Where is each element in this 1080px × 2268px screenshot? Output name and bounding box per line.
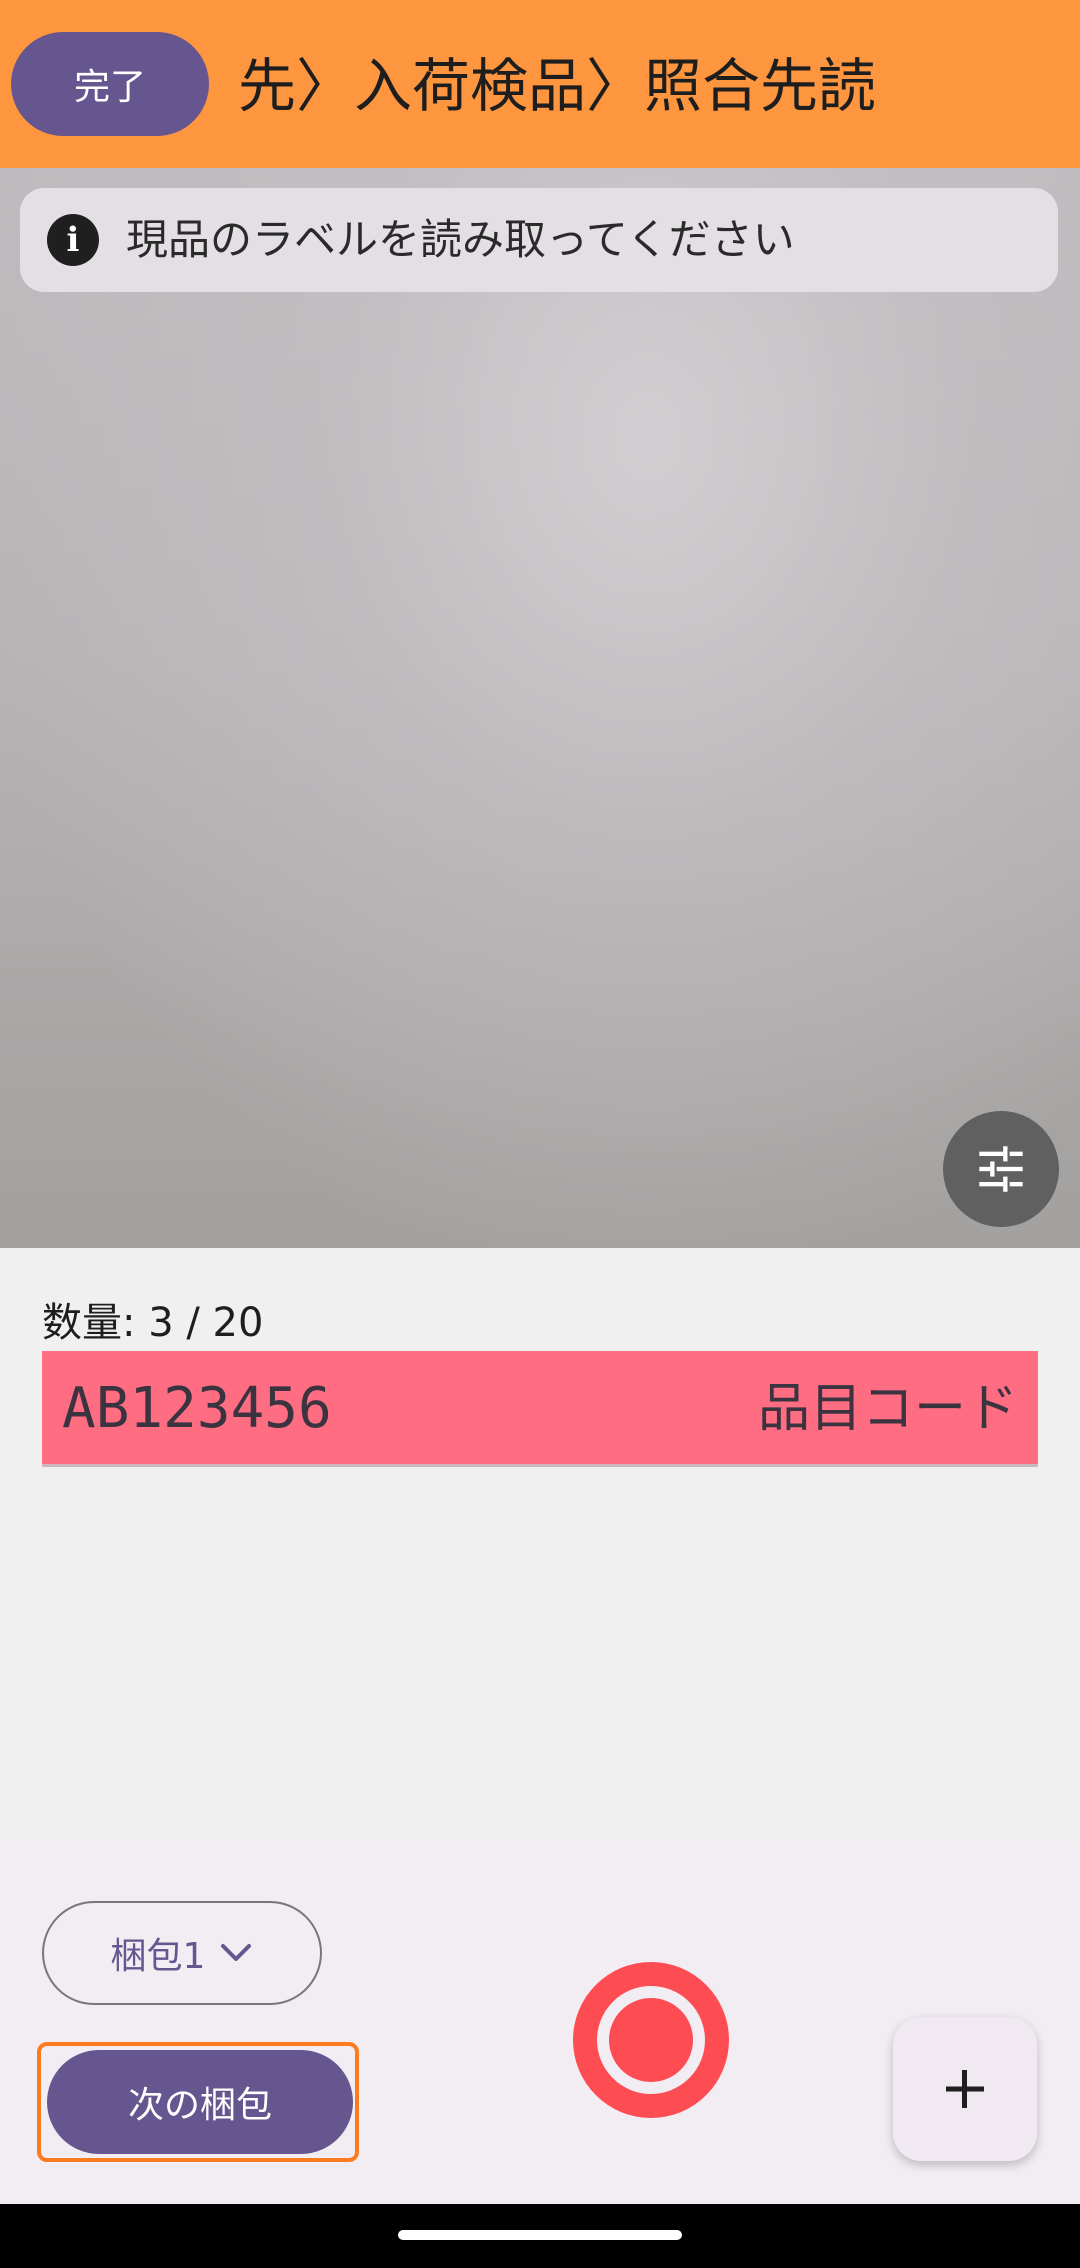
item-code-value: AB123456 — [62, 1376, 332, 1441]
next-package-highlight: 次の梱包 — [37, 2042, 359, 2162]
item-code-label: 品目コード — [757, 1379, 1018, 1439]
record-icon — [573, 1962, 729, 2118]
plus-icon — [946, 2070, 984, 2108]
done-button[interactable]: 完了 — [11, 32, 209, 136]
add-button[interactable] — [893, 2017, 1037, 2161]
capture-button[interactable] — [573, 1962, 729, 2118]
info-message: 現品のラベルを読み取ってください — [126, 215, 795, 264]
next-package-button[interactable]: 次の梱包 — [47, 2050, 353, 2154]
tune-icon — [979, 1146, 1023, 1192]
camera-settings-button[interactable] — [943, 1111, 1059, 1227]
scan-content: 数量: 3 / 20 AB123456 品目コード — [0, 1248, 1080, 1842]
breadcrumb: 先〉入荷検品〉照合先読 — [238, 52, 877, 120]
package-select-value: 梱包1 — [110, 1936, 206, 1977]
app-bar: 完了 先〉入荷検品〉照合先読 — [0, 0, 1080, 168]
system-nav-bar — [0, 2204, 1080, 2268]
screen: 完了 先〉入荷検品〉照合先読 i 現品のラベルを読み取ってください 数量: 3 … — [0, 0, 1080, 2268]
chevron-down-icon — [221, 1944, 252, 1961]
item-code-field[interactable]: AB123456 品目コード — [42, 1351, 1038, 1467]
quantity-label: 数量: 3 / 20 — [42, 1300, 264, 1346]
info-icon: i — [47, 214, 99, 266]
home-indicator[interactable] — [398, 2230, 682, 2240]
info-banner: i 現品のラベルを読み取ってください — [20, 188, 1058, 292]
package-select[interactable]: 梱包1 — [42, 1901, 322, 2005]
camera-preview[interactable]: i 現品のラベルを読み取ってください — [0, 168, 1080, 1248]
bottom-panel: 梱包1 次の梱包 — [0, 1842, 1080, 2204]
